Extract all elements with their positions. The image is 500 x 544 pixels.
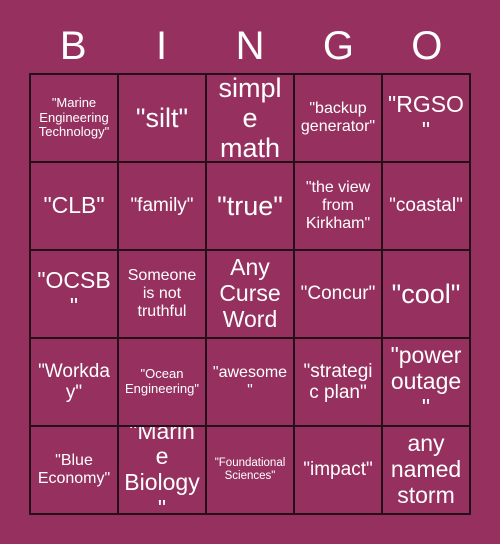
bingo-cell-label: "silt" [135,102,189,133]
bingo-cell[interactable]: "family" [119,163,207,251]
bingo-cell[interactable]: "true" [207,163,295,251]
bingo-header-letter-n: N [235,23,265,68]
bingo-cell[interactable]: "OCSB" [31,251,119,339]
bingo-cell-label: "backup generator" [300,100,376,135]
bingo-cell[interactable]: "silt" [119,75,207,163]
bingo-cell-label: "Workday" [38,360,110,403]
bingo-cell[interactable]: "Marine Biology" [119,427,207,515]
bingo-cell[interactable]: "Marine Engineering Technology" [31,75,119,163]
bingo-cell-label: "CLB" [43,192,105,219]
bingo-cell-label: "strategic plan" [303,360,373,403]
bingo-cell[interactable]: "Workday" [31,339,119,427]
bingo-cell-label: "Foundational Sciences" [214,457,286,482]
bingo-card: B I N G O "Marine Engineering Technology… [0,0,500,544]
bingo-cell-label: Someone is not truthful [127,267,197,320]
bingo-header-letter-g: G [322,23,354,68]
bingo-cell-label: "the view from Kirkham" [305,179,371,232]
bingo-cell-label: "power outage" [390,342,462,420]
bingo-cell-label: Any Curse Word [219,254,281,332]
bingo-cell-label: "Ocean Engineering" [124,366,199,396]
bingo-header-letter-b: B [59,23,87,68]
bingo-cell[interactable]: "strategic plan" [295,339,383,427]
bingo-cell[interactable]: "backup generator" [295,75,383,163]
bingo-cell-label: "family" [130,195,194,217]
bingo-cell[interactable]: "impact" [295,427,383,515]
bingo-cell-label: simple math [218,75,282,163]
bingo-cell[interactable]: "Foundational Sciences" [207,427,295,515]
bingo-grid: "Marine Engineering Technology" "silt" s… [29,73,471,515]
bingo-cell-label: "OCSB" [37,267,111,319]
bingo-cell[interactable]: "Concur" [295,251,383,339]
bingo-cell-label: any named storm [390,430,462,508]
bingo-cell-label: "coastal" [389,195,463,217]
bingo-cell[interactable]: "power outage" [383,339,471,427]
bingo-cell[interactable]: "Blue Economy" [31,427,119,515]
bingo-cell[interactable]: "awesome" [207,339,295,427]
bingo-cell-label: "Marine Biology" [124,427,200,515]
bingo-cell-label: "awesome" [212,364,288,399]
bingo-header-letter-i: I [156,23,168,68]
bingo-cell[interactable]: Someone is not truthful [119,251,207,339]
bingo-cell-label: "Blue Economy" [37,452,111,487]
bingo-cell[interactable]: "coastal" [383,163,471,251]
bingo-cell[interactable]: "RGSO" [383,75,471,163]
bingo-cell[interactable]: simple math [207,75,295,163]
bingo-cell-label: "RGSO" [388,91,464,143]
bingo-cell[interactable]: Any Curse Word [207,251,295,339]
bingo-cell[interactable]: "the view from Kirkham" [295,163,383,251]
bingo-cell-label: "true" [217,190,283,221]
bingo-cell-label: "Marine Engineering Technology" [38,95,110,140]
bingo-cell-label: "impact" [303,459,373,481]
bingo-cell[interactable]: "Ocean Engineering" [119,339,207,427]
bingo-cell[interactable]: "CLB" [31,163,119,251]
bingo-cell[interactable]: "cool" [383,251,471,339]
bingo-cell[interactable]: any named storm [383,427,471,515]
bingo-cell-label: "cool" [391,278,461,309]
bingo-header-letter-o: O [411,23,443,68]
bingo-header: B I N G O [29,18,471,73]
bingo-cell-label: "Concur" [300,283,376,305]
